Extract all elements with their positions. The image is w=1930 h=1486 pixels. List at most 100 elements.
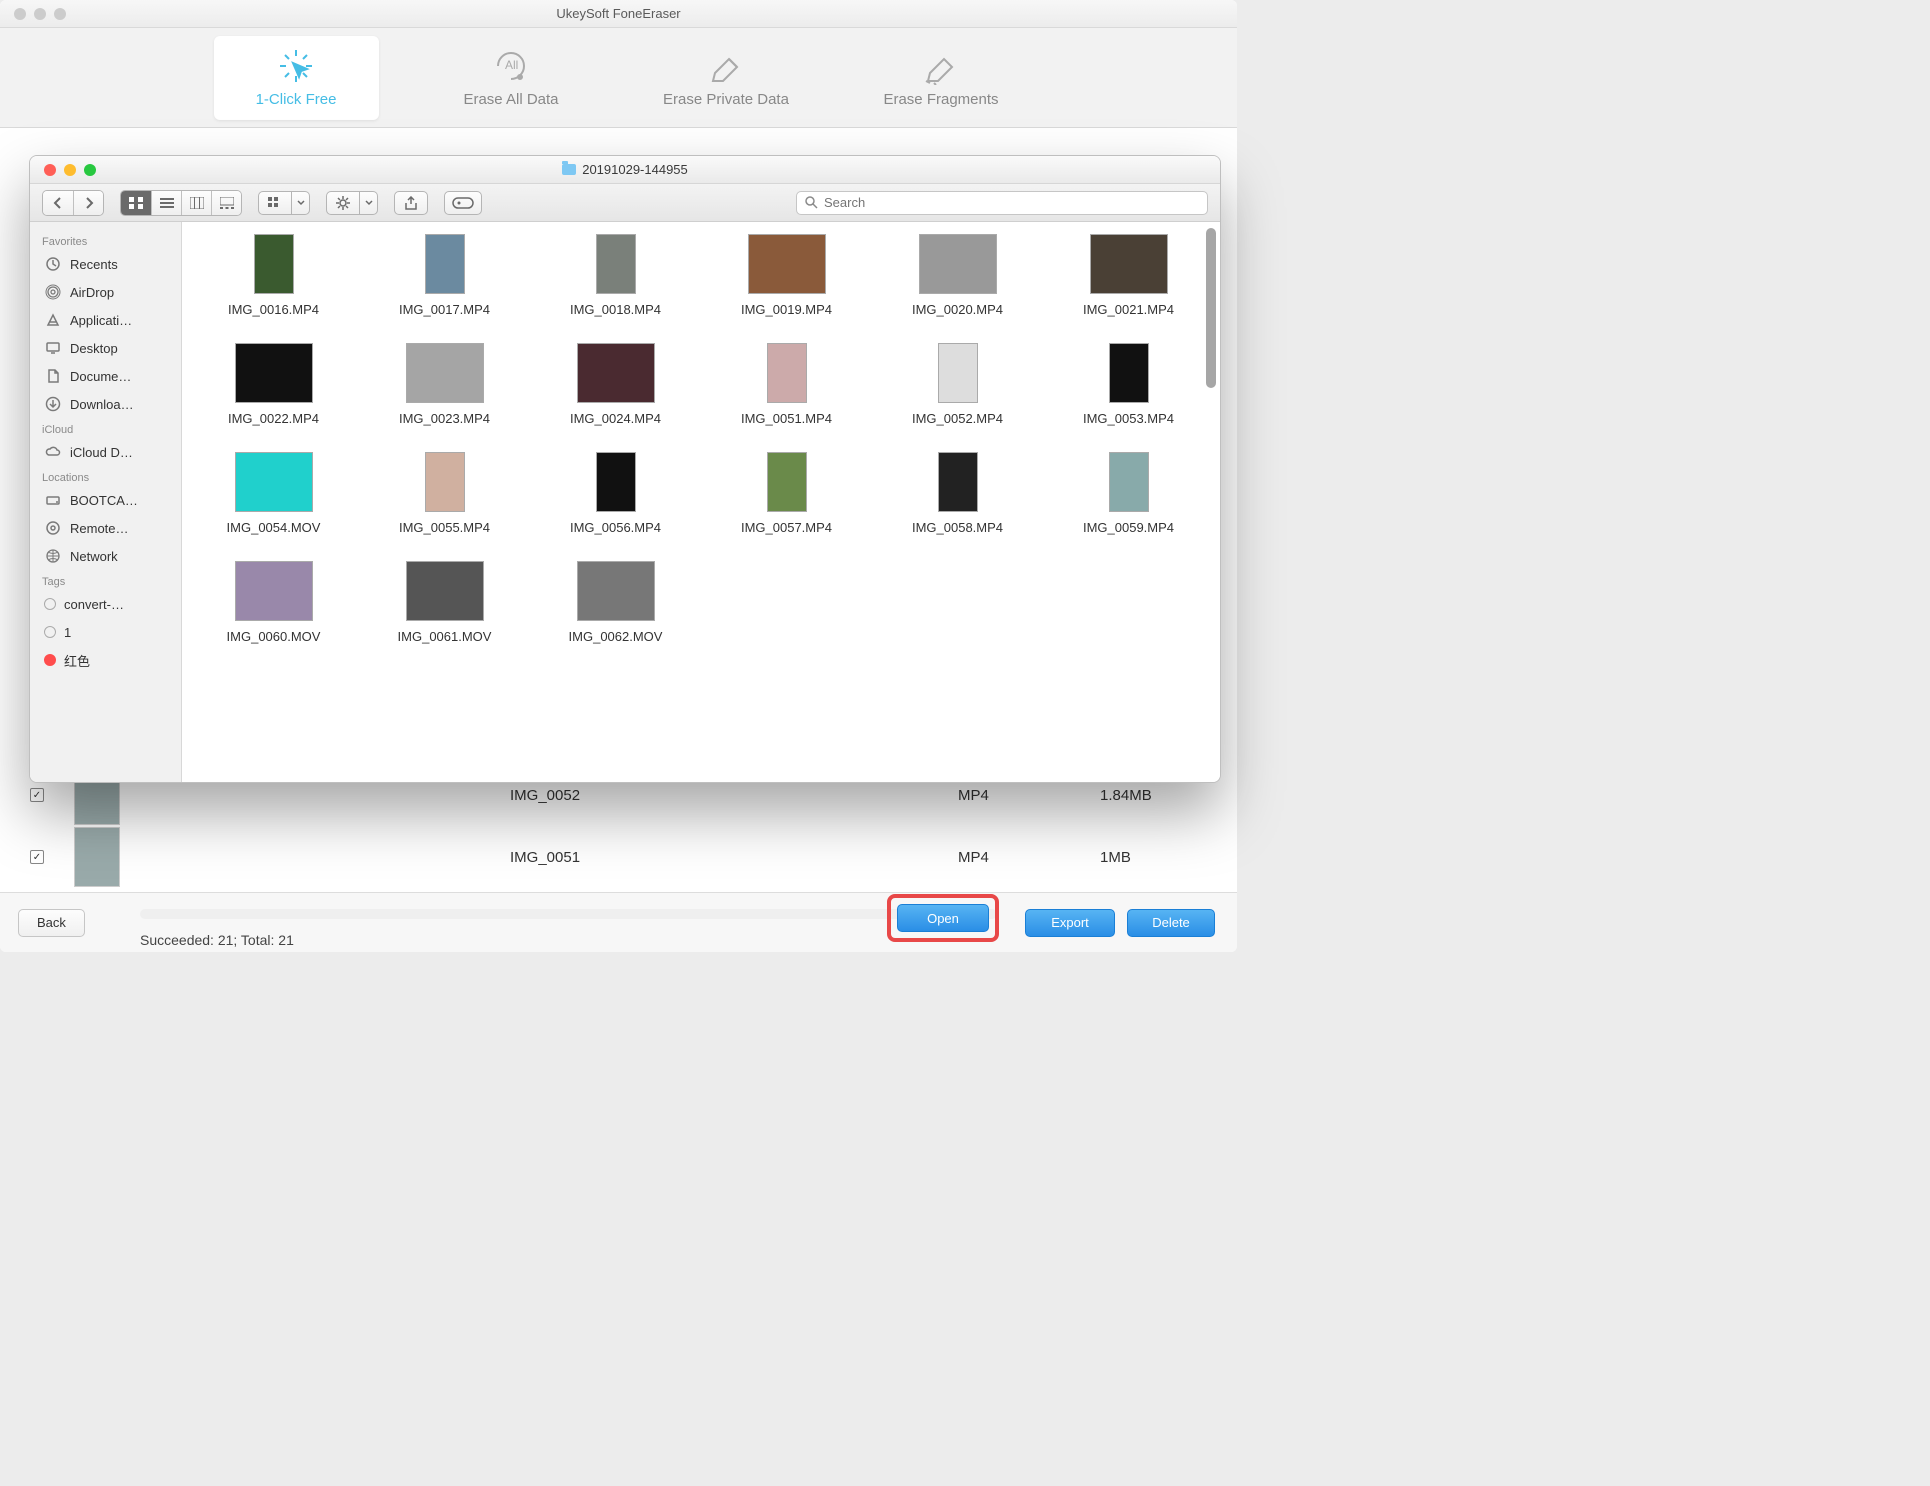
row-filename: IMG_0052: [510, 787, 580, 804]
tag-icon: [452, 197, 474, 209]
checkbox[interactable]: ✓: [30, 850, 44, 864]
arrange-group: [258, 191, 310, 215]
arrange-button[interactable]: [258, 191, 292, 215]
file-thumbnail: [767, 452, 807, 512]
sidebar-group-favorites: Favorites: [30, 230, 181, 250]
file-thumbnail: [577, 343, 655, 403]
list-icon: [160, 197, 174, 209]
sidebar-item-label: BOOTCA…: [70, 493, 138, 508]
downloads-icon: [44, 395, 62, 413]
file-name-label: IMG_0016.MP4: [228, 302, 319, 317]
file-item[interactable]: IMG_0061.MOV: [359, 561, 530, 644]
sidebar-item-label: 1: [64, 625, 71, 640]
sidebar-item[interactable]: Docume…: [30, 362, 181, 390]
sidebar-tag-item[interactable]: 红色: [30, 646, 181, 674]
file-item[interactable]: IMG_0060.MOV: [188, 561, 359, 644]
file-scrollbar[interactable]: [1204, 226, 1218, 778]
file-name-label: IMG_0020.MP4: [912, 302, 1003, 317]
titlebar: UkeySoft FoneEraser: [0, 0, 1237, 28]
tags-button[interactable]: [444, 191, 482, 215]
columns-icon: [190, 197, 204, 209]
file-thumbnail: [1109, 452, 1149, 512]
sidebar-item[interactable]: Desktop: [30, 334, 181, 362]
tab-erase-private[interactable]: Erase Private Data: [644, 36, 809, 120]
share-icon: [404, 196, 418, 210]
file-item[interactable]: IMG_0023.MP4: [359, 343, 530, 426]
file-item[interactable]: IMG_0022.MP4: [188, 343, 359, 426]
sidebar-item[interactable]: AirDrop: [30, 278, 181, 306]
network-icon: [44, 547, 62, 565]
sidebar-item[interactable]: Network: [30, 542, 181, 570]
list-view-button[interactable]: [151, 191, 181, 215]
file-icon-area[interactable]: IMG_0016.MP4IMG_0017.MP4IMG_0018.MP4IMG_…: [182, 222, 1220, 782]
file-item[interactable]: IMG_0057.MP4: [701, 452, 872, 535]
arrange-menu-button[interactable]: [292, 191, 310, 215]
sidebar-item-label: Remote…: [70, 521, 129, 536]
file-name-label: IMG_0061.MOV: [398, 629, 492, 644]
file-item[interactable]: IMG_0024.MP4: [530, 343, 701, 426]
gallery-view-button[interactable]: [211, 191, 241, 215]
action-button[interactable]: [326, 191, 360, 215]
file-item[interactable]: IMG_0055.MP4: [359, 452, 530, 535]
file-item[interactable]: IMG_0062.MOV: [530, 561, 701, 644]
horizontal-scrollbar[interactable]: [140, 909, 997, 919]
checkbox[interactable]: ✓: [30, 788, 44, 802]
sidebar-item[interactable]: Remote…: [30, 514, 181, 542]
scrollbar-thumb[interactable]: [1206, 228, 1216, 388]
finder-search[interactable]: [796, 191, 1208, 215]
delete-button[interactable]: Delete: [1127, 909, 1215, 937]
sidebar-item-label: Network: [70, 549, 118, 564]
chevron-left-icon: [53, 197, 63, 209]
export-button[interactable]: Export: [1025, 909, 1115, 937]
file-item[interactable]: IMG_0058.MP4: [872, 452, 1043, 535]
finder-sidebar: Favorites RecentsAirDropApplicati…Deskto…: [30, 222, 182, 782]
tab-erase-fragments[interactable]: Erase Fragments: [859, 36, 1024, 120]
file-item[interactable]: IMG_0019.MP4: [701, 234, 872, 317]
file-item[interactable]: IMG_0059.MP4: [1043, 452, 1214, 535]
sidebar-item[interactable]: Applicati…: [30, 306, 181, 334]
file-item[interactable]: IMG_0017.MP4: [359, 234, 530, 317]
file-item[interactable]: IMG_0054.MOV: [188, 452, 359, 535]
nav-back-button[interactable]: [43, 191, 73, 215]
file-item[interactable]: IMG_0020.MP4: [872, 234, 1043, 317]
open-button[interactable]: Open: [897, 904, 989, 932]
sidebar-item[interactable]: iCloud D…: [30, 438, 181, 466]
file-item[interactable]: IMG_0052.MP4: [872, 343, 1043, 426]
nav-forward-button[interactable]: [73, 191, 103, 215]
row-size: 1.84MB: [1100, 787, 1152, 804]
column-view-button[interactable]: [181, 191, 211, 215]
file-item[interactable]: IMG_0051.MP4: [701, 343, 872, 426]
chevron-right-icon: [84, 197, 94, 209]
file-item[interactable]: IMG_0053.MP4: [1043, 343, 1214, 426]
tag-color-dot: [44, 654, 56, 666]
click-free-icon: [277, 47, 315, 85]
file-item[interactable]: IMG_0021.MP4: [1043, 234, 1214, 317]
sidebar-item[interactable]: Recents: [30, 250, 181, 278]
sidebar-tag-item[interactable]: convert-…: [30, 590, 181, 618]
action-menu-button[interactable]: [360, 191, 378, 215]
file-name-label: IMG_0062.MOV: [569, 629, 663, 644]
list-row[interactable]: ✓ IMG_0051 MP4 1MB: [30, 826, 120, 888]
sidebar-item-label: iCloud D…: [70, 445, 133, 460]
share-button[interactable]: [394, 191, 428, 215]
tab-1click-free[interactable]: 1-Click Free: [214, 36, 379, 120]
file-item[interactable]: IMG_0056.MP4: [530, 452, 701, 535]
sidebar-item[interactable]: Downloa…: [30, 390, 181, 418]
file-name-label: IMG_0017.MP4: [399, 302, 490, 317]
file-name-label: IMG_0024.MP4: [570, 411, 661, 426]
back-button[interactable]: Back: [18, 909, 85, 937]
sidebar-item[interactable]: BOOTCA…: [30, 486, 181, 514]
file-name-label: IMG_0022.MP4: [228, 411, 319, 426]
search-input[interactable]: [824, 195, 1199, 210]
tab-erase-all[interactable]: All Erase All Data: [429, 36, 594, 120]
file-item[interactable]: IMG_0018.MP4: [530, 234, 701, 317]
file-thumbnail: [748, 234, 826, 294]
row-thumbnail: [74, 827, 120, 887]
finder-folder-name: 20191029-144955: [582, 162, 688, 177]
file-thumbnail: [235, 452, 313, 512]
file-thumbnail: [919, 234, 997, 294]
icon-view-button[interactable]: [121, 191, 151, 215]
sidebar-tag-item[interactable]: 1: [30, 618, 181, 646]
file-name-label: IMG_0058.MP4: [912, 520, 1003, 535]
file-item[interactable]: IMG_0016.MP4: [188, 234, 359, 317]
